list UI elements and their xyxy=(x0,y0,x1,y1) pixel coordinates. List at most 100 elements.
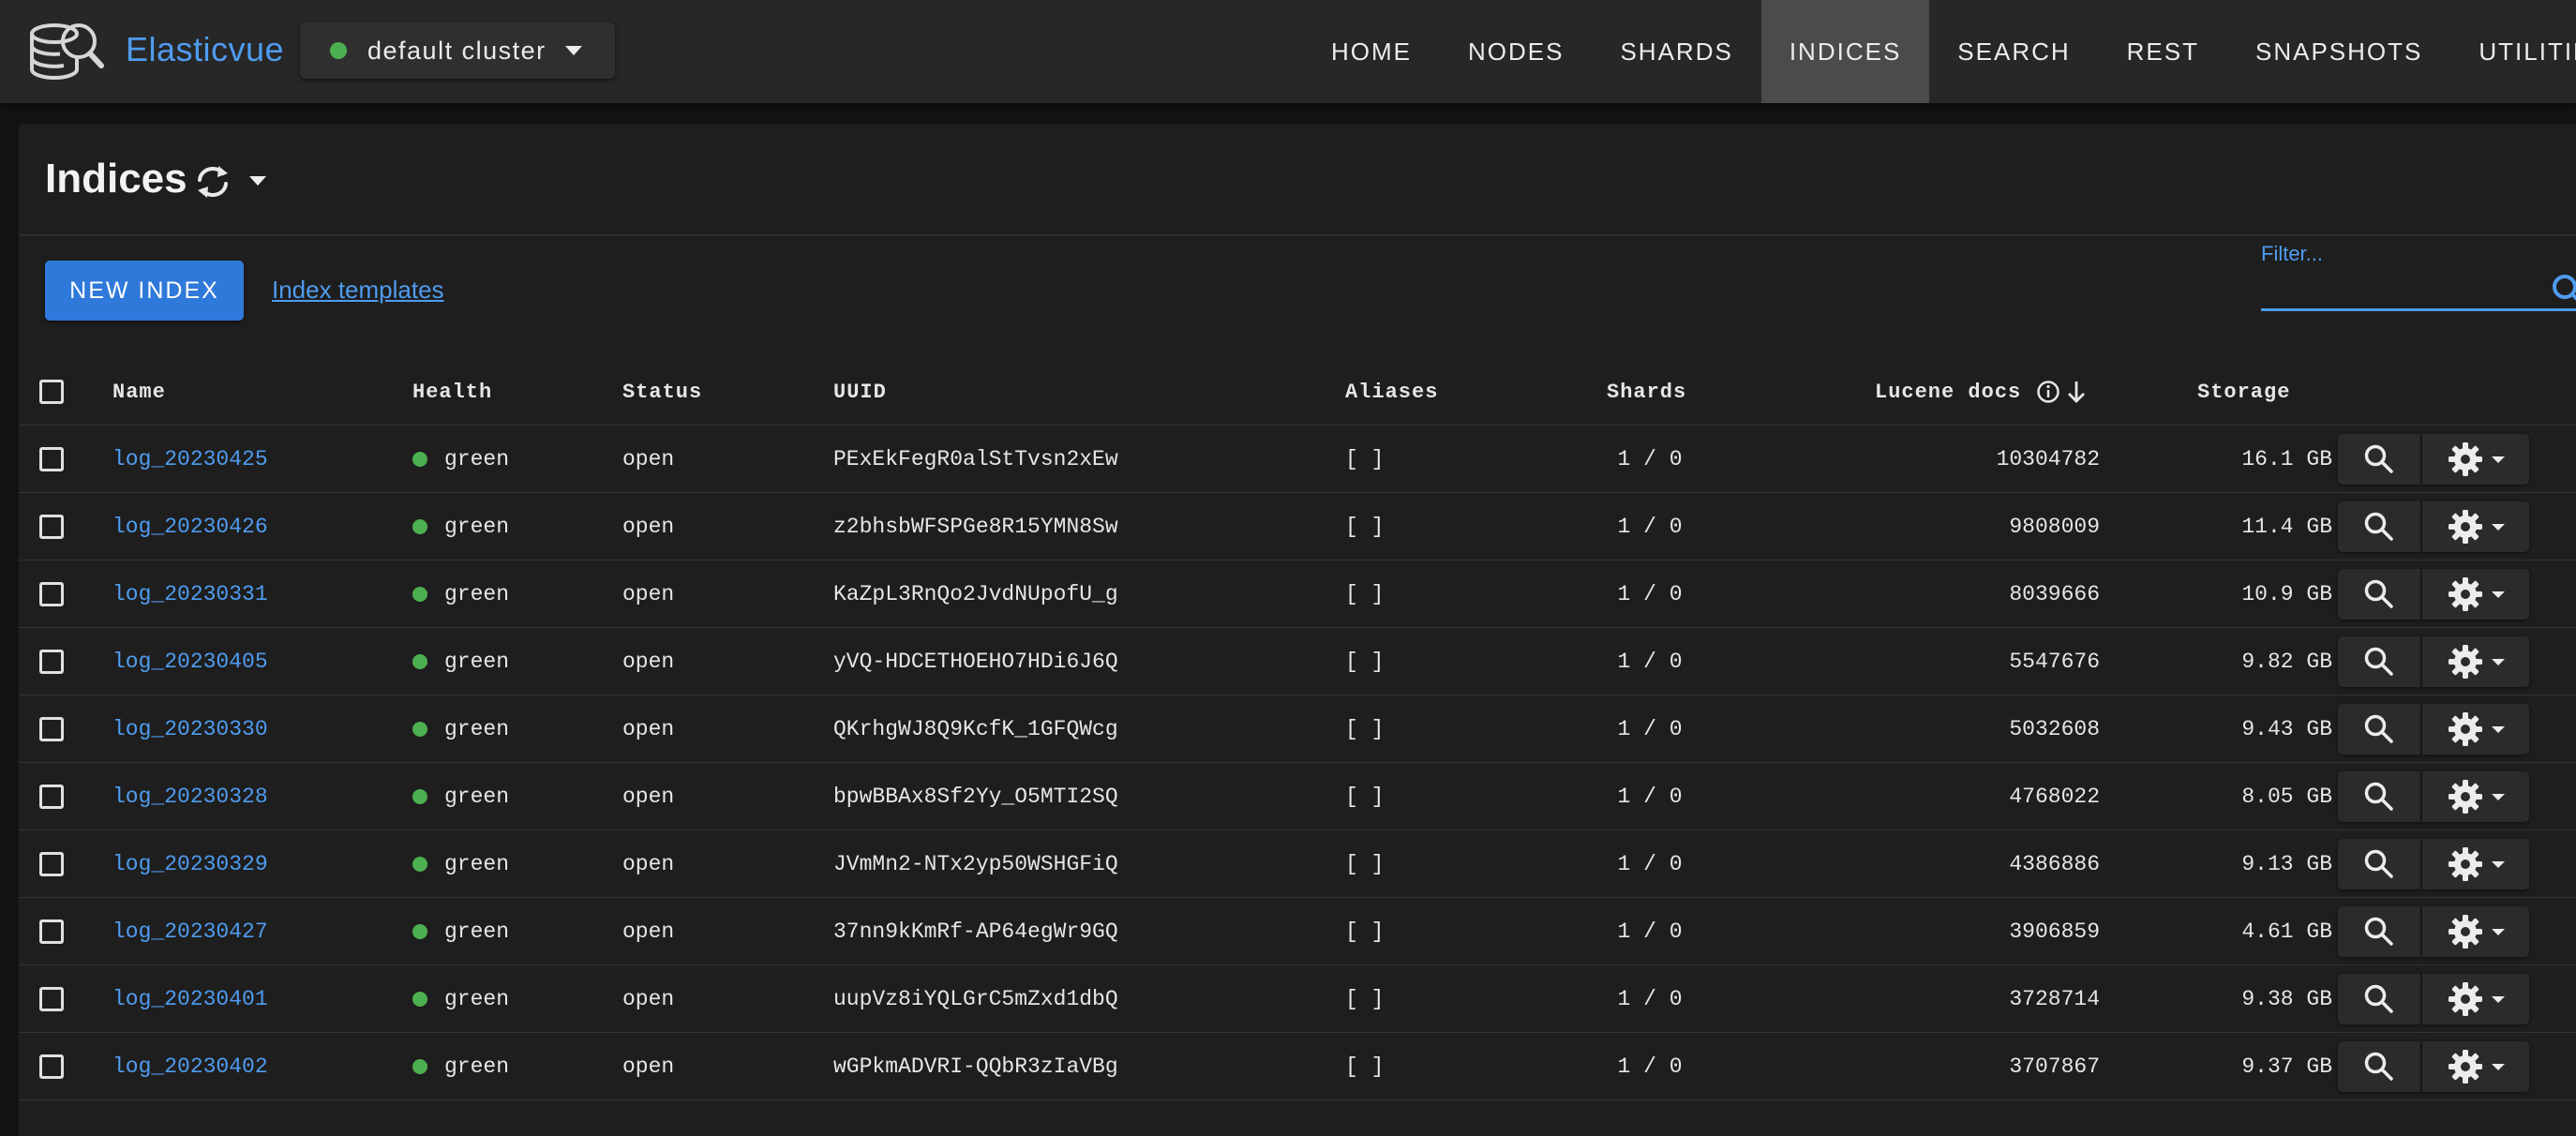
index-name-link[interactable]: log_20230427 xyxy=(112,919,268,944)
table-row: log_20230401 green open uupVz8iYQLGrC5mZ… xyxy=(19,965,2576,1033)
index-settings-button[interactable] xyxy=(2422,839,2529,889)
row-checkbox[interactable] xyxy=(39,515,64,539)
row-actions xyxy=(2338,569,2529,620)
search-index-button[interactable] xyxy=(2338,569,2420,620)
index-name-link[interactable]: log_20230402 xyxy=(112,1054,268,1079)
header-health[interactable]: Health xyxy=(412,358,492,426)
nav-snapshots[interactable]: SNAPSHOTS xyxy=(2227,0,2450,103)
aliases-text: [ ] xyxy=(1345,919,1385,944)
index-settings-button[interactable] xyxy=(2422,501,2529,552)
chevron-down-icon[interactable] xyxy=(249,176,266,186)
row-checkbox[interactable] xyxy=(39,785,64,809)
lucene-docs-text: 3906859 xyxy=(2009,919,2100,944)
refresh-icon[interactable] xyxy=(193,163,232,201)
index-settings-button[interactable] xyxy=(2422,569,2529,620)
search-icon xyxy=(2364,917,2393,946)
search-icon xyxy=(2364,512,2393,541)
chevron-down-icon xyxy=(2492,995,2505,1003)
row-checkbox[interactable] xyxy=(39,650,64,674)
lucene-docs-text: 10304782 xyxy=(1996,447,2100,471)
chevron-down-icon xyxy=(2492,590,2505,598)
index-name-link[interactable]: log_20230401 xyxy=(112,987,268,1011)
table-row: log_20230405 green open yVQ-HDCETHOEHO7H… xyxy=(19,628,2576,695)
filter-input[interactable] xyxy=(2261,270,2576,311)
storage-text: 8.05 GB xyxy=(2241,785,2332,809)
search-index-button[interactable] xyxy=(2338,771,2420,822)
row-actions xyxy=(2338,906,2529,957)
row-checkbox[interactable] xyxy=(39,987,64,1011)
aliases-text: [ ] xyxy=(1345,785,1385,809)
uuid-text: wGPkmADVRI-QQbR3zIaVBg xyxy=(833,1054,1118,1079)
row-checkbox[interactable] xyxy=(39,582,64,606)
index-settings-button[interactable] xyxy=(2422,704,2529,755)
storage-text: 9.38 GB xyxy=(2241,987,2332,1011)
index-settings-button[interactable] xyxy=(2422,636,2529,687)
search-index-button[interactable] xyxy=(2338,704,2420,755)
row-checkbox[interactable] xyxy=(39,852,64,876)
header-storage[interactable]: Storage xyxy=(2197,358,2290,426)
index-name-link[interactable]: log_20230405 xyxy=(112,650,268,674)
uuid-text: JVmMn2-NTx2yp50WSHGFiQ xyxy=(833,852,1118,876)
header-aliases[interactable]: Aliases xyxy=(1345,358,1438,426)
search-index-button[interactable] xyxy=(2338,501,2420,552)
index-name-link[interactable]: log_20230328 xyxy=(112,785,268,809)
table-row: log_20230425 green open PExEkFegR0alStTv… xyxy=(19,426,2576,493)
nav-utilities[interactable]: UTILITIES xyxy=(2450,0,2576,103)
header-status[interactable]: Status xyxy=(622,358,702,426)
index-name-link[interactable]: log_20230331 xyxy=(112,582,268,606)
nav-rest[interactable]: REST xyxy=(2099,0,2227,103)
header-lucene-docs-label: Lucene docs xyxy=(1875,380,2022,404)
health-dot xyxy=(412,519,427,534)
row-checkbox[interactable] xyxy=(39,447,64,471)
search-index-button[interactable] xyxy=(2338,839,2420,889)
header-name[interactable]: Name xyxy=(112,358,166,426)
nav-indices[interactable]: INDICES xyxy=(1760,0,1930,103)
row-actions xyxy=(2338,771,2529,822)
select-all-checkbox[interactable] xyxy=(39,380,64,404)
index-settings-button[interactable] xyxy=(2422,974,2529,1024)
cluster-selector[interactable]: default cluster xyxy=(300,22,615,79)
row-checkbox[interactable] xyxy=(39,1054,64,1079)
index-name-link[interactable]: log_20230425 xyxy=(112,447,268,471)
new-index-button[interactable]: NEW INDEX xyxy=(45,261,244,321)
index-settings-button[interactable] xyxy=(2422,906,2529,957)
info-icon[interactable] xyxy=(2036,380,2060,404)
search-index-button[interactable] xyxy=(2338,1041,2420,1092)
nav-nodes[interactable]: NODES xyxy=(1440,0,1592,103)
index-settings-button[interactable] xyxy=(2422,771,2529,822)
index-name-link[interactable]: log_20230426 xyxy=(112,515,268,539)
shards-text: 1 / 0 xyxy=(1617,650,1683,674)
uuid-text: z2bhsbWFSPGe8R15YMN8Sw xyxy=(833,515,1118,539)
index-settings-button[interactable] xyxy=(2422,434,2529,485)
arrow-down-icon[interactable] xyxy=(2066,380,2087,404)
header-uuid[interactable]: UUID xyxy=(833,358,887,426)
index-name-link[interactable]: log_20230329 xyxy=(112,852,268,876)
elasticvue-logo-icon[interactable] xyxy=(26,13,105,90)
header-lucene-docs[interactable]: Lucene docs xyxy=(1875,358,2087,426)
nav-search[interactable]: SEARCH xyxy=(1929,0,2098,103)
row-checkbox[interactable] xyxy=(39,717,64,741)
search-icon xyxy=(2364,647,2393,676)
chevron-down-icon xyxy=(2492,523,2505,531)
index-templates-link[interactable]: Index templates xyxy=(272,276,444,305)
row-actions xyxy=(2338,501,2529,552)
nav-shards[interactable]: SHARDS xyxy=(1592,0,1760,103)
search-index-button[interactable] xyxy=(2338,636,2420,687)
search-index-button[interactable] xyxy=(2338,974,2420,1024)
status-text: open xyxy=(622,515,675,539)
page-title: Indices xyxy=(45,156,187,202)
nav-home[interactable]: HOME xyxy=(1303,0,1440,103)
search-index-button[interactable] xyxy=(2338,906,2420,957)
storage-text: 9.37 GB xyxy=(2241,1054,2332,1079)
health-text: green xyxy=(444,717,510,741)
header-shards[interactable]: Shards xyxy=(1607,358,1775,426)
search-index-button[interactable] xyxy=(2338,434,2420,485)
shards-text: 1 / 0 xyxy=(1617,515,1683,539)
search-icon[interactable] xyxy=(2550,272,2576,309)
chevron-down-icon xyxy=(2492,793,2505,800)
index-settings-button[interactable] xyxy=(2422,1041,2529,1092)
index-name-link[interactable]: log_20230330 xyxy=(112,717,268,741)
row-checkbox[interactable] xyxy=(39,919,64,944)
aliases-text: [ ] xyxy=(1345,650,1385,674)
brand-name[interactable]: Elasticvue xyxy=(126,30,284,69)
